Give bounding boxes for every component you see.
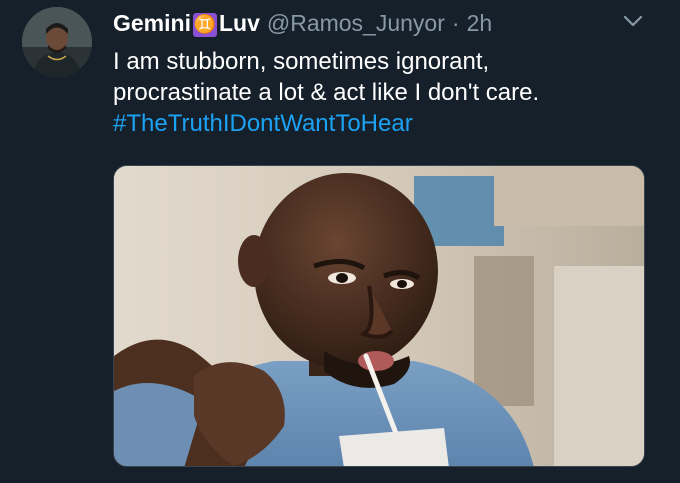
avatar-photo-icon	[22, 7, 92, 77]
tweet-text: I am stubborn, sometimes ignorant, procr…	[113, 46, 653, 139]
tweet-timestamp[interactable]: 2h	[467, 8, 493, 38]
chevron-down-icon[interactable]	[623, 14, 643, 28]
tweet-text-line-1: I am stubborn, sometimes ignorant,	[113, 48, 490, 75]
meme-photo	[114, 166, 644, 466]
user-avatar[interactable]	[22, 7, 92, 77]
header-separator: ·	[451, 10, 460, 36]
hashtag-link[interactable]: #TheTruthIDontWantToHear	[113, 108, 653, 139]
tweet-text-line-2: procrastinate a lot & act like I don't c…	[113, 79, 540, 106]
tweet-header: Gemini ♊ Luv @Ramos_Junyor · 2h	[113, 8, 492, 38]
tweet-media-image[interactable]	[113, 165, 645, 467]
gemini-zodiac-icon: ♊	[192, 12, 217, 37]
display-name-second: Luv	[218, 10, 260, 36]
tweet-card[interactable]: Gemini ♊ Luv @Ramos_Junyor · 2h I am stubb…	[0, 0, 680, 483]
display-name-first: Gemini	[113, 10, 191, 36]
display-name[interactable]: Gemini ♊ Luv	[113, 8, 260, 38]
user-handle[interactable]: @Ramos_Junyor	[267, 8, 445, 38]
